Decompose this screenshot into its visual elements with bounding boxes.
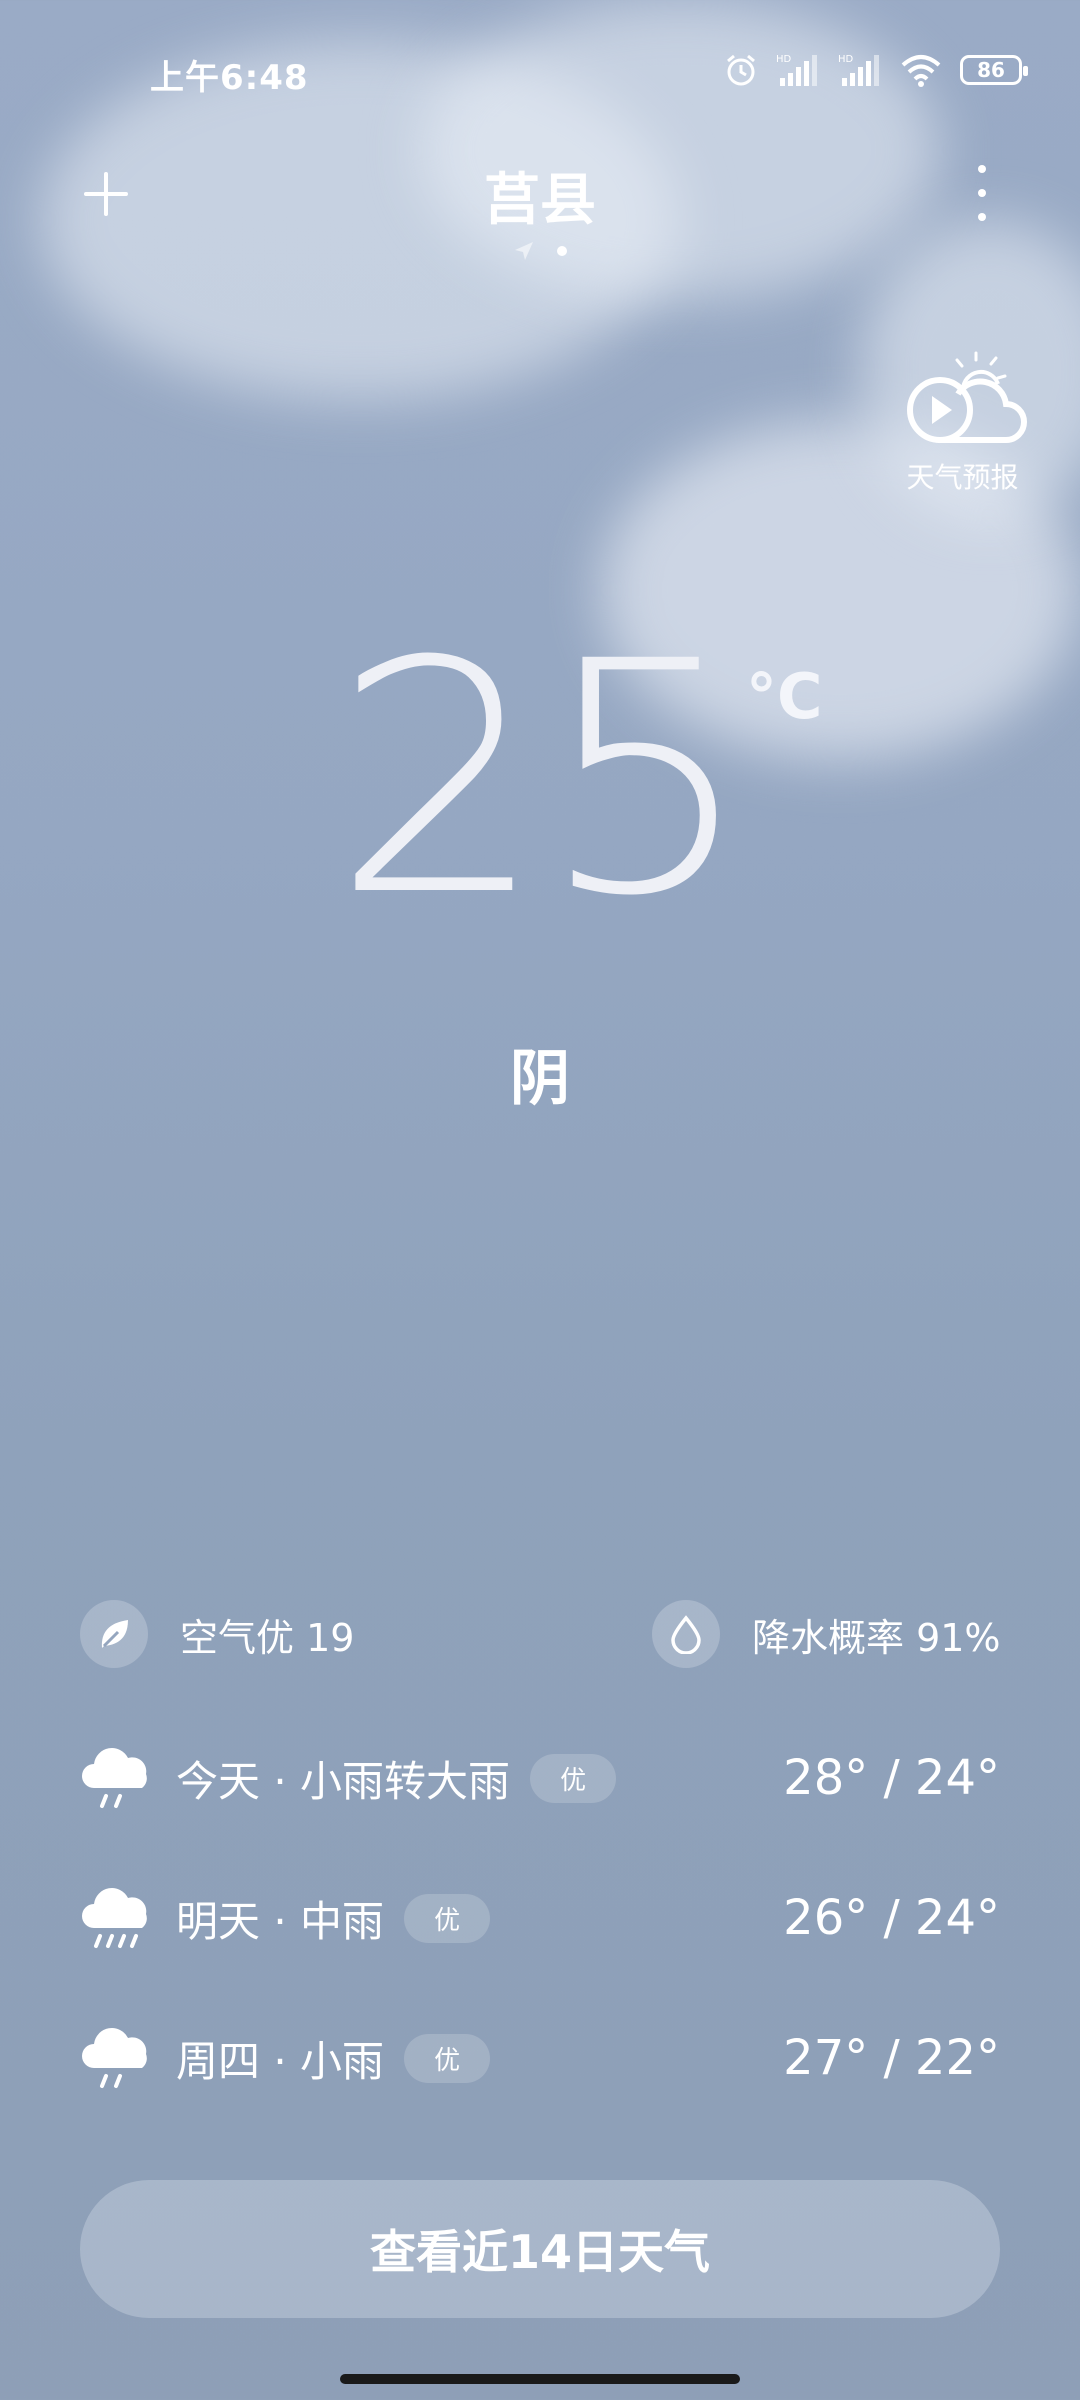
aqi-badge: 优 <box>404 1893 491 1943</box>
forecast-day-label: 明天 · 中雨 <box>176 1896 385 1946</box>
water-drop-icon <box>652 1600 720 1668</box>
moderate-rain-icon <box>82 1888 147 1948</box>
view-14-day-label: 查看近14日天气 <box>369 2225 710 2279</box>
light-rain-icon <box>82 1748 147 1808</box>
page-dot <box>557 246 567 256</box>
temperature-range: 26° / 24° <box>783 1890 1000 1946</box>
leaf-icon <box>80 1600 148 1668</box>
aqi-badge: 优 <box>404 2033 491 2083</box>
alarm-icon <box>727 54 755 86</box>
more-dot <box>978 213 986 221</box>
forecast-day-label: 周四 · 小雨 <box>176 2036 385 2086</box>
signal-hd-2-icon: HD <box>838 54 879 86</box>
status-bar: 上午6:48 HD HD 86 <box>0 0 1080 140</box>
play-cloud-icon <box>906 351 1027 443</box>
weather-forecast-label: 天气预报 <box>906 461 1019 494</box>
more-dot <box>978 189 986 197</box>
temperature-range: 27° / 22° <box>783 2030 1000 2086</box>
status-icons: HD HD 86 <box>724 52 1028 88</box>
signal-hd-1-icon: HD <box>776 54 817 86</box>
home-indicator[interactable] <box>340 2374 740 2384</box>
light-rain-icon <box>82 2028 147 2088</box>
location-arrow-icon <box>515 242 533 260</box>
temperature-unit: °C <box>746 660 823 733</box>
air-quality-item[interactable]: 空气优 19 <box>80 1600 354 1668</box>
forecast-row-today[interactable]: 今天 · 小雨转大雨 优 28° / 24° <box>80 1738 1000 1818</box>
weather-forecast-video-button[interactable]: 天气预报 <box>890 350 1035 496</box>
current-condition: 阴 <box>510 1044 570 1114</box>
precipitation-text: 降水概率 91% <box>752 1615 1001 1660</box>
view-14-day-forecast-button[interactable]: 查看近14日天气 <box>80 2180 1000 2318</box>
forecast-day-label: 今天 · 小雨转大雨 <box>176 1756 511 1806</box>
temperature-range: 28° / 24° <box>783 1750 1000 1806</box>
battery-icon: 86 <box>960 55 1028 85</box>
status-time: 上午6:48 <box>150 58 309 98</box>
svg-text:HD: HD <box>838 54 854 65</box>
more-options-button[interactable] <box>972 165 992 221</box>
air-quality-text: 空气优 19 <box>180 1615 355 1660</box>
aqi-badge: 优 <box>530 1753 617 1803</box>
wifi-icon <box>901 55 941 87</box>
current-temperature: 25 <box>0 620 1080 940</box>
city-title[interactable]: 莒县 <box>0 155 1080 236</box>
more-dot <box>978 165 986 173</box>
battery-level: 86 <box>977 58 1005 82</box>
forecast-row-tomorrow[interactable]: 明天 · 中雨 优 26° / 24° <box>80 1878 1000 1958</box>
page-indicator <box>0 240 1080 262</box>
forecast-row-thursday[interactable]: 周四 · 小雨 优 27° / 22° <box>80 2018 1000 2098</box>
temperature-value: 25 <box>332 594 754 966</box>
precipitation-item[interactable]: 降水概率 91% <box>652 1600 1001 1668</box>
svg-text:HD: HD <box>776 54 792 65</box>
